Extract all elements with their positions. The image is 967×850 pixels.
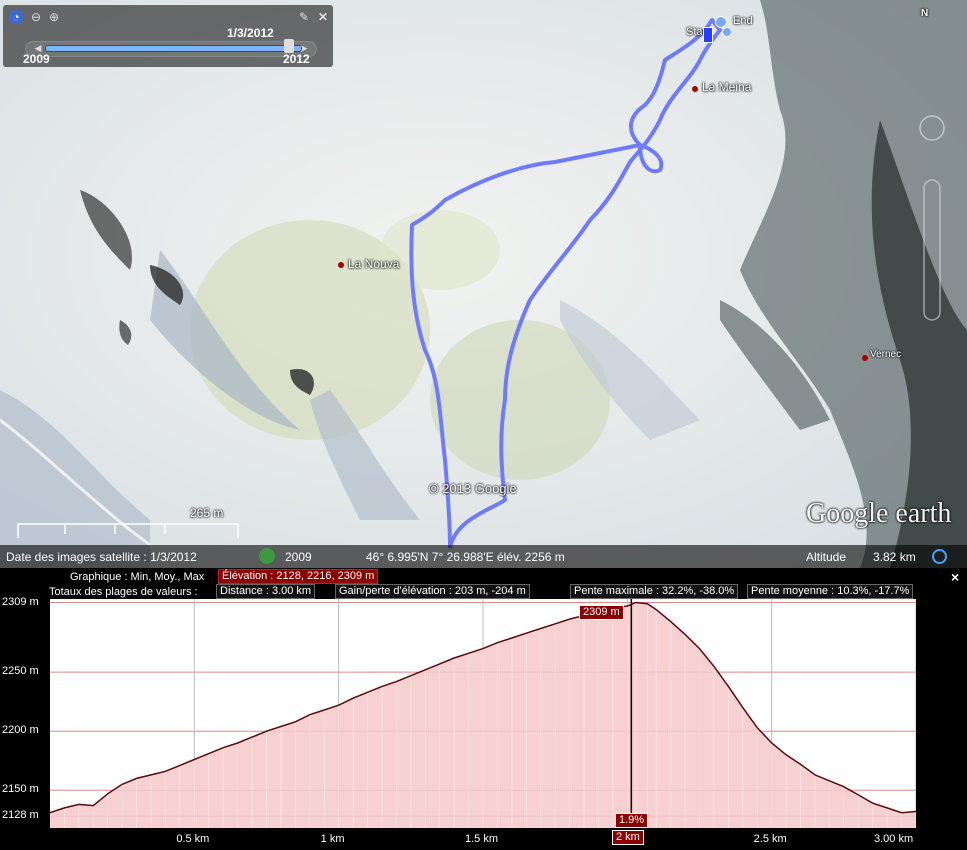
altitude-value: 3.82 km	[873, 550, 916, 564]
historical-imagery-icon[interactable]	[259, 548, 275, 564]
time-end-year: 2012	[283, 52, 310, 66]
y-tick-label: 2250 m	[2, 665, 39, 678]
graph-mode-label: Graphique : Min, Moy., Max	[70, 571, 205, 583]
avg-slope-stats-box[interactable]: Pente moyenne : 10.3%, -17.7%	[747, 584, 914, 599]
time-slider-handle[interactable]	[284, 39, 294, 53]
cursor-distance-tag: 2 km	[612, 830, 644, 845]
x-tick-label: 3.00 km	[874, 833, 914, 845]
google-earth-logo: Google earth	[806, 498, 952, 529]
totals-label: Totaux des plages de valeurs :	[49, 586, 198, 598]
elevation-chart-svg	[49, 599, 917, 828]
close-icon[interactable]: ✕	[316, 10, 330, 24]
gain-loss-stats-box[interactable]: Gain/perte d'élévation : 203 m, -204 m	[335, 584, 530, 599]
x-tick-label: 0.5 km	[176, 833, 210, 845]
place-label-la-meina[interactable]: La Meina	[702, 80, 751, 94]
map-copyright: © 2013 Google	[429, 481, 517, 496]
end-label[interactable]: End	[733, 15, 753, 27]
scale-label: 265 m	[190, 506, 224, 520]
place-marker[interactable]	[692, 86, 698, 92]
zoom-in-time-icon[interactable]: ⊕	[47, 10, 61, 24]
streaming-indicator-icon	[932, 549, 947, 564]
x-tick-label: 1.5 km	[465, 833, 499, 845]
y-tick-label: 2128 m	[2, 809, 39, 822]
time-current-date: 1/3/2012	[227, 26, 274, 40]
elevation-profile-panel: Graphique : Min, Moy., Max Élévation : 2…	[0, 568, 967, 850]
y-tick-label: 2200 m	[2, 724, 39, 737]
altitude-label: Altitude	[806, 550, 847, 564]
start-pin-icon[interactable]	[703, 27, 713, 43]
cursor-slope-tag: 1.9%	[615, 813, 649, 828]
place-label-vernec[interactable]: Vernec	[870, 349, 901, 360]
north-indicator[interactable]: N	[921, 8, 928, 19]
max-slope-stats-box[interactable]: Pente maximale : 32.2%, -38.0%	[570, 584, 739, 599]
x-tick-label: 2.5 km	[753, 833, 787, 845]
wrench-icon[interactable]: ✎	[297, 10, 311, 24]
y-tick-label: 2150 m	[2, 783, 39, 796]
imagery-date: Date des images satellite : 1/3/2012	[6, 550, 197, 564]
end-pin-icon[interactable]	[722, 27, 732, 37]
historical-year[interactable]: 2009	[285, 550, 312, 564]
y-tick-label: 2309 m	[2, 595, 39, 608]
place-marker[interactable]	[862, 355, 868, 361]
place-label-la-nouva[interactable]: La Nouva	[348, 257, 399, 271]
distance-stats-box[interactable]: Distance : 3.00 km	[216, 584, 316, 599]
place-marker[interactable]	[338, 262, 344, 268]
close-profile-button[interactable]: ×	[951, 569, 959, 585]
status-bar: Date des images satellite : 1/3/2012 200…	[0, 545, 967, 568]
zoom-out-time-icon[interactable]: ⊖	[29, 10, 43, 24]
elevation-stats-box[interactable]: Élévation : 2128, 2216, 2309 m	[218, 569, 379, 584]
clock-icon[interactable]: ◔	[9, 10, 23, 24]
time-track[interactable]	[45, 45, 302, 52]
x-tick-label: 1 km	[320, 833, 345, 845]
satellite-map[interactable]: La Nouva La Meina Vernec Start End © 201…	[0, 0, 967, 568]
time-start-year: 2009	[23, 52, 50, 66]
cursor-coordinates: 46° 6.995'N 7° 26.988'E élév. 2256 m	[366, 550, 565, 564]
cursor-elevation-tag: 2309 m	[579, 605, 624, 620]
elevation-chart[interactable]	[49, 599, 917, 828]
time-slider-panel: ◔ ⊖ ⊕ ✎ ✕ 1/3/2012 ◀ ▶ 2009 2012	[3, 5, 333, 67]
